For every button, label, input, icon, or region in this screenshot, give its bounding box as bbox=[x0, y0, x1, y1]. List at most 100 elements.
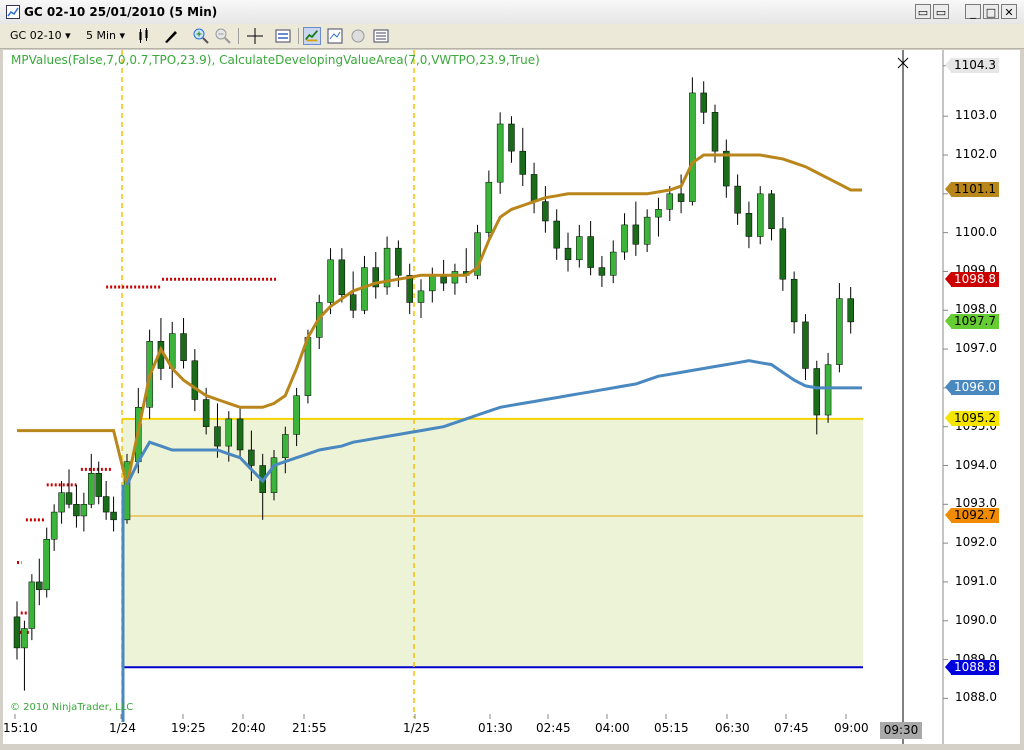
candle-body bbox=[102, 496, 110, 513]
candle-body bbox=[417, 290, 425, 303]
candle-body bbox=[576, 236, 583, 261]
candle-body bbox=[214, 426, 221, 447]
candle-body bbox=[282, 434, 289, 458]
candle-body bbox=[327, 259, 334, 303]
chart-options-icon[interactable] bbox=[372, 27, 390, 45]
x-tick-label: 04:00 bbox=[595, 721, 630, 735]
candle-body bbox=[813, 368, 821, 416]
chart-toolbar: GC 02-10 ▾ 5 Min ▾ bbox=[0, 24, 1024, 49]
candle-body bbox=[180, 333, 187, 361]
strategy-icon[interactable] bbox=[303, 27, 321, 45]
y-tick-label: 1094.0 bbox=[955, 457, 997, 472]
candle-body bbox=[711, 112, 719, 152]
close-button[interactable]: ✕ bbox=[1001, 4, 1017, 19]
candle-body bbox=[236, 418, 244, 451]
candle-body bbox=[790, 278, 798, 323]
draw-tool-icon[interactable] bbox=[162, 27, 180, 45]
candle-body bbox=[395, 247, 402, 276]
candle-body bbox=[519, 150, 527, 175]
candle-body bbox=[542, 201, 549, 222]
data-box-icon[interactable] bbox=[326, 27, 344, 45]
x-tick-label: 21:55 bbox=[292, 721, 327, 735]
candle-body bbox=[28, 581, 36, 629]
x-tick-label: 05:15 bbox=[654, 721, 689, 735]
candle-body bbox=[734, 185, 741, 214]
y-tick-label: 1090.0 bbox=[955, 612, 997, 627]
instrument-selector[interactable]: GC 02-10 ▾ bbox=[10, 27, 71, 45]
candle-body bbox=[293, 395, 300, 435]
x-tick-label: 20:40 bbox=[231, 721, 266, 735]
candle-body bbox=[36, 581, 43, 590]
price-tag: 1095.2 bbox=[945, 411, 999, 427]
price-tag: 1098.8 bbox=[945, 271, 999, 287]
chart-app-icon bbox=[6, 5, 20, 19]
candle-body bbox=[779, 228, 787, 280]
x-tick-label: 07:45 bbox=[774, 721, 809, 735]
zoom-out-icon[interactable] bbox=[214, 27, 232, 45]
x-tick-label: 19:25 bbox=[171, 721, 206, 735]
price-tag: 1097.7 bbox=[945, 314, 999, 330]
x-tick-label: 1/25 bbox=[403, 721, 430, 735]
price-chart[interactable] bbox=[3, 50, 1020, 744]
candle-body bbox=[802, 321, 809, 369]
candle-body bbox=[598, 267, 606, 276]
link-window-button[interactable]: ▭ bbox=[933, 4, 949, 19]
candle-body bbox=[756, 193, 764, 237]
candle-body bbox=[110, 511, 117, 521]
price-tag: 1104.3 bbox=[945, 58, 999, 74]
interval-selector[interactable]: 5 Min ▾ bbox=[86, 27, 125, 45]
properties-icon[interactable] bbox=[274, 27, 292, 45]
maximize-button[interactable]: □ bbox=[983, 4, 999, 19]
minimize-button[interactable]: _ bbox=[965, 4, 981, 19]
y-tick-label: 1097.0 bbox=[955, 341, 997, 356]
candle-body bbox=[609, 251, 617, 276]
price-tag: 1092.7 bbox=[945, 508, 999, 524]
candle-body bbox=[65, 492, 73, 505]
candle-body bbox=[836, 298, 843, 365]
candle-body bbox=[50, 511, 58, 540]
toolbar-separator bbox=[238, 28, 239, 44]
zoom-in-icon[interactable] bbox=[192, 27, 210, 45]
candle-body bbox=[58, 492, 65, 513]
candle-body bbox=[700, 92, 707, 113]
candle-body bbox=[824, 364, 832, 416]
y-tick-label: 1102.0 bbox=[955, 147, 997, 162]
copyright-text: © 2010 NinjaTrader, LLC bbox=[10, 702, 134, 713]
price-tag: 1101.1 bbox=[945, 182, 999, 198]
candle-body bbox=[768, 193, 775, 230]
chart-panel[interactable]: MPValues(False,7,0,0.7,TPO,23.9), Calcul… bbox=[3, 50, 1020, 744]
x-tick-label: 09:00 bbox=[834, 721, 869, 735]
price-tag: 1088.8 bbox=[945, 659, 999, 675]
candle-body bbox=[202, 399, 210, 427]
bar-style-icon[interactable] bbox=[136, 27, 154, 45]
x-tick-label: 1/24 bbox=[109, 721, 136, 735]
candle-body bbox=[248, 449, 255, 466]
candle-body bbox=[451, 271, 459, 284]
candle-body bbox=[632, 224, 640, 245]
candle-body bbox=[643, 216, 651, 245]
candle-body bbox=[745, 212, 753, 237]
candle-body bbox=[564, 247, 572, 261]
y-tick-label: 1088.0 bbox=[955, 690, 997, 705]
tile-window-button[interactable]: ▭ bbox=[915, 4, 931, 19]
candle-body bbox=[677, 193, 685, 202]
interval-label: 5 Min bbox=[86, 29, 117, 42]
y-tick-label: 1091.0 bbox=[955, 573, 997, 588]
candle-body bbox=[80, 504, 88, 517]
y-tick-label: 1100.0 bbox=[955, 224, 997, 239]
candle-body bbox=[225, 418, 233, 447]
crosshair-icon[interactable] bbox=[246, 27, 264, 45]
candle-body bbox=[88, 473, 95, 505]
candle-body bbox=[530, 174, 538, 202]
candle-body bbox=[689, 92, 696, 202]
candle-body bbox=[496, 123, 504, 183]
y-tick-label: 1092.0 bbox=[955, 535, 997, 550]
y-tick-label: 1103.0 bbox=[955, 108, 997, 123]
candle-body bbox=[508, 123, 515, 152]
candle-body bbox=[847, 298, 854, 323]
chart-trader-icon[interactable] bbox=[349, 27, 367, 45]
window-title: GC 02-10 25/01/2010 (5 Min) bbox=[24, 5, 218, 19]
candle-body bbox=[21, 628, 28, 649]
candle-body bbox=[349, 294, 357, 311]
crosshair-time-label: 09:30 bbox=[880, 722, 922, 739]
